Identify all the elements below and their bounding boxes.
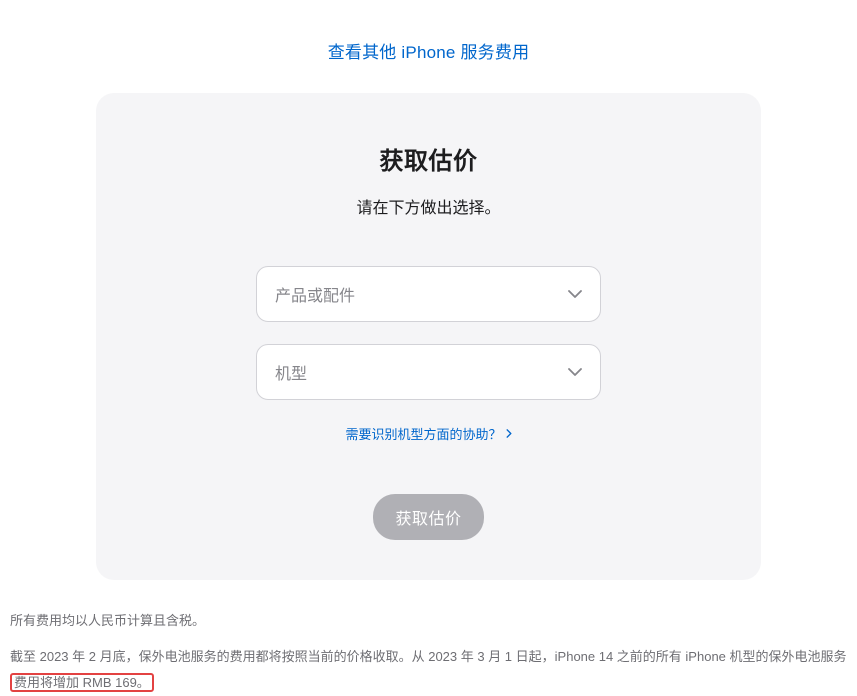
model-select-wrapper: 机型 xyxy=(256,344,601,400)
product-select[interactable]: 产品或配件 xyxy=(256,266,601,322)
get-estimate-button[interactable]: 获取估价 xyxy=(373,494,483,540)
footer-note-1: 所有费用均以人民币计算且含税。 xyxy=(10,608,847,634)
product-select-wrapper: 产品或配件 xyxy=(256,266,601,322)
model-select[interactable]: 机型 xyxy=(256,344,601,400)
product-select-placeholder: 产品或配件 xyxy=(275,282,355,306)
help-link-label: 需要识别机型方面的协助？ xyxy=(345,424,501,443)
model-select-placeholder: 机型 xyxy=(275,360,307,384)
chevron-down-icon xyxy=(568,290,582,298)
chevron-down-icon xyxy=(568,368,582,376)
footer-note-2-text: 截至 2023 年 2 月底，保外电池服务的费用都将按照当前的价格收取。从 20… xyxy=(10,649,847,664)
identify-model-help-link[interactable]: 需要识别机型方面的协助？ xyxy=(345,424,511,443)
help-link-container: 需要识别机型方面的协助？ xyxy=(136,424,721,444)
submit-wrapper: 获取估价 xyxy=(136,494,721,540)
card-subtitle: 请在下方做出选择。 xyxy=(136,194,721,218)
card-title: 获取估价 xyxy=(136,141,721,176)
view-other-services-link[interactable]: 查看其他 iPhone 服务费用 xyxy=(328,43,530,62)
chevron-right-icon xyxy=(506,429,512,438)
estimate-card: 获取估价 请在下方做出选择。 产品或配件 机型 需要识别机型方面的协助？ xyxy=(96,93,761,580)
price-increase-highlight: 费用将增加 RMB 169。 xyxy=(10,673,154,692)
footer-note-2: 截至 2023 年 2 月底，保外电池服务的费用都将按照当前的价格收取。从 20… xyxy=(10,644,847,696)
footer-notes: 所有费用均以人民币计算且含税。 截至 2023 年 2 月底，保外电池服务的费用… xyxy=(0,580,857,696)
top-link-container: 查看其他 iPhone 服务费用 xyxy=(0,0,857,93)
